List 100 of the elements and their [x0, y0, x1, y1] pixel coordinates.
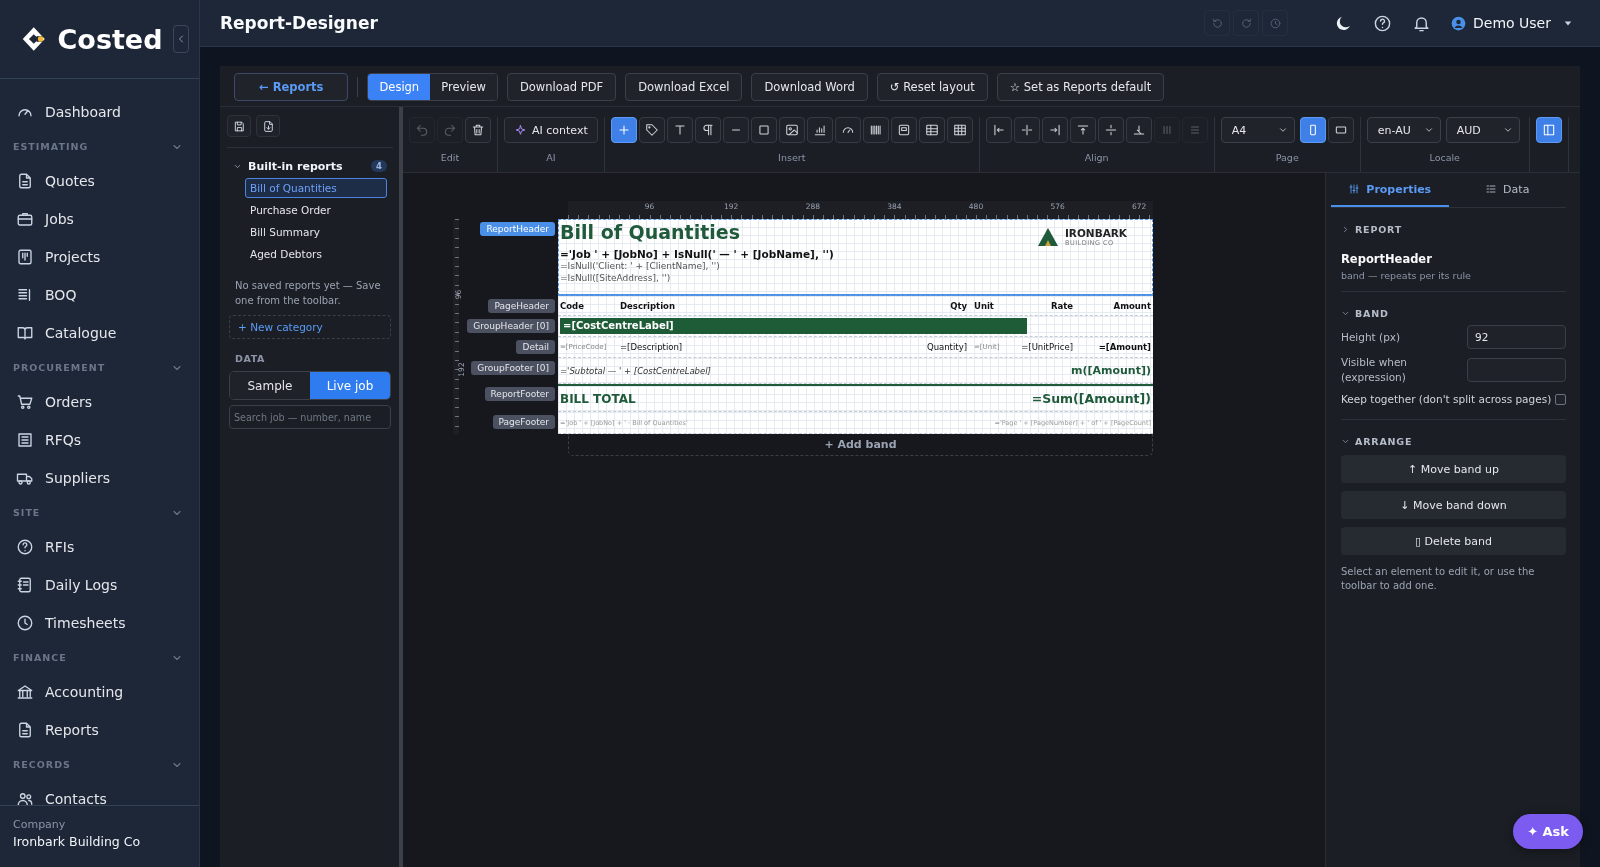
panel-tab[interactable]: Data [1448, 173, 1566, 207]
save-icon [232, 119, 246, 133]
tool-button[interactable] [946, 117, 973, 143]
notebook-icon [16, 576, 34, 594]
hint-text: Select an element to edit it, or use the toolbar to add one. [1341, 565, 1536, 593]
back-button[interactable]: ← Reports [234, 73, 349, 101]
nav-item[interactable]: BOQ [0, 276, 199, 314]
arrange-button[interactable]: ↓ Move band down [1341, 491, 1566, 519]
ask-button[interactable]: ✦ Ask [1513, 814, 1583, 849]
collapse-button[interactable] [172, 25, 189, 53]
document-icon [261, 119, 275, 133]
section-heading[interactable]: BAND [1355, 308, 1389, 319]
tool-button[interactable] [890, 117, 917, 143]
nav-item[interactable]: Reports [0, 711, 199, 749]
report-item[interactable]: Bill Summary [245, 222, 387, 242]
nav-item[interactable]: Catalogue [0, 314, 199, 352]
clock-icon [1268, 16, 1282, 30]
report-item[interactable]: Purchase Order [245, 200, 387, 220]
nav-item[interactable]: Projects [0, 238, 199, 276]
nav-item[interactable]: Quotes [0, 162, 199, 200]
search-field[interactable]: Search job — number, name [229, 405, 391, 429]
list-icon [16, 431, 34, 449]
data-mode-tab[interactable]: Sample [230, 372, 310, 399]
bar-chart-icon [812, 123, 827, 137]
align-center-icon [1019, 123, 1034, 137]
nav-item[interactable]: RFQs [0, 421, 199, 459]
data-field: Quantity] [919, 342, 967, 352]
nav-item[interactable]: Timesheets [0, 604, 199, 642]
data-mode-tab[interactable]: Live job [310, 372, 390, 399]
chevron-down-icon[interactable] [1341, 309, 1350, 318]
chevron-right-icon[interactable] [1341, 225, 1350, 234]
tool-button[interactable] [1299, 117, 1326, 143]
briefcase-icon [16, 210, 34, 228]
new-category-button[interactable]: + New category [229, 315, 391, 339]
report-band[interactable]: BILL TOTAL =Sum([Amount]) [558, 384, 1153, 412]
report-band[interactable]: ='Subtotal — ' + [CostCentreLabel] m([Amount]) [558, 358, 1153, 384]
report-band[interactable]: Code Description Qty Unit Rate Amount [558, 296, 1153, 316]
tool-button[interactable] [918, 117, 945, 143]
chevron-down-icon[interactable] [1341, 437, 1350, 446]
section-heading[interactable]: ARRANGE [1355, 436, 1413, 447]
select-field[interactable]: en-AU [1366, 117, 1441, 143]
logo-name: IRONBARK [1064, 227, 1127, 239]
toolbar-button[interactable]: ↺ Reset layout [876, 73, 988, 101]
checkbox[interactable] [1555, 393, 1566, 405]
input-field[interactable] [1467, 358, 1566, 382]
band-label[interactable]: PageFooter [492, 415, 555, 429]
save-button[interactable] [227, 115, 251, 137]
add-band-button[interactable]: + Add band [568, 434, 1153, 456]
nav-item[interactable]: Daily Logs [0, 566, 199, 604]
section-heading[interactable]: REPORT [1355, 224, 1402, 235]
tool-button[interactable] [778, 117, 805, 143]
arrange-button[interactable]: ▯ Delete band [1341, 527, 1566, 555]
nav-item[interactable]: Contacts [0, 780, 199, 805]
mountain-logo-icon [1036, 227, 1059, 247]
toolbar-button[interactable]: Download Excel [625, 73, 743, 101]
band-label[interactable]: GroupFooter [0] [471, 361, 555, 375]
cart-icon [16, 393, 34, 411]
user-menu[interactable]: Demo User [1451, 15, 1580, 31]
toolbar-button[interactable]: Download Word [751, 73, 868, 101]
select-field[interactable]: A4 [1220, 117, 1295, 143]
group-label: Align [1084, 152, 1109, 163]
nav-item[interactable]: Jobs [0, 200, 199, 238]
nav-item[interactable]: RFIs [0, 528, 199, 566]
arrange-button[interactable]: ↑ Move band up [1341, 455, 1566, 483]
tool-button[interactable] [806, 117, 833, 143]
section-heading: RECORDS [13, 759, 71, 770]
input-field[interactable]: 92 [1467, 325, 1566, 349]
tool-button[interactable] [610, 117, 637, 143]
folder-label[interactable]: Built-in reports [248, 159, 366, 173]
nav-item[interactable]: Accounting [0, 673, 199, 711]
barcode-icon [868, 123, 883, 137]
export-button[interactable] [256, 115, 280, 137]
data-field: =[Description] [620, 342, 919, 352]
help-button[interactable] [1373, 13, 1393, 33]
align-left-icon [991, 123, 1006, 137]
people-icon [16, 790, 34, 805]
mode-tab[interactable]: Preview [430, 74, 497, 100]
mode-tab[interactable]: Design [368, 74, 431, 100]
select-field[interactable]: AUD [1445, 117, 1520, 143]
nav-item[interactable]: Suppliers [0, 459, 199, 497]
band-label[interactable]: ReportFooter [484, 387, 555, 401]
tool-button[interactable] [465, 117, 491, 143]
tool-button[interactable] [1535, 117, 1562, 143]
band-label[interactable]: GroupHeader [0] [467, 319, 555, 333]
panel-tab[interactable]: Properties [1331, 173, 1449, 207]
toolbar-button[interactable]: Download PDF [506, 73, 617, 101]
caret-icon [1564, 19, 1572, 27]
band-label[interactable]: PageHeader [488, 299, 555, 313]
tool-button[interactable] [862, 117, 889, 143]
nav-item[interactable]: Dashboard [0, 93, 199, 131]
report-item[interactable]: Aged Debtors [245, 244, 387, 264]
nav-item[interactable]: Orders [0, 383, 199, 421]
ai-context-button[interactable]: AI context [504, 117, 598, 143]
toolbar-button[interactable]: ☆ Set as Reports default [996, 73, 1165, 101]
tool-button[interactable] [638, 117, 665, 143]
report-item[interactable]: Bill of Quantities [245, 178, 387, 198]
section-heading: DATA [235, 353, 266, 364]
report-band[interactable]: =[CostCentreLabel] [558, 316, 1153, 337]
band-label[interactable]: Detail [516, 340, 555, 354]
tool-button[interactable] [694, 117, 721, 143]
